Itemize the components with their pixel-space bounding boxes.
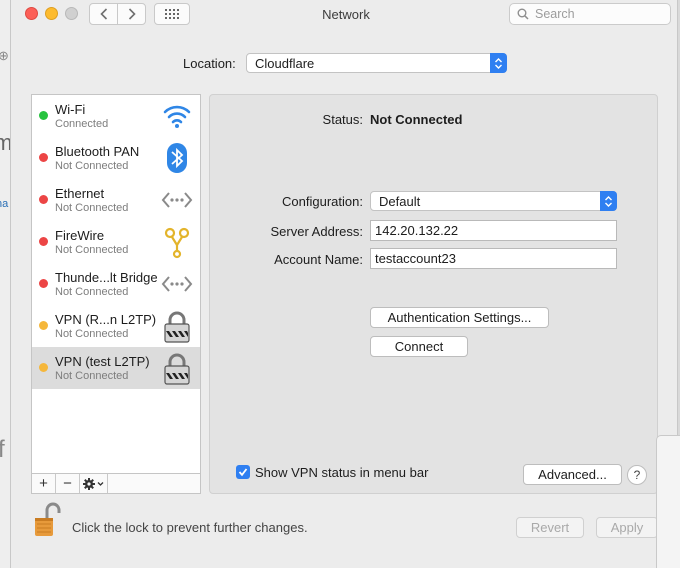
search-input[interactable]: Search	[509, 3, 671, 25]
lock-hint-text: Click the lock to prevent further change…	[72, 520, 308, 535]
search-icon	[517, 8, 529, 20]
service-status: Not Connected	[55, 244, 129, 256]
service-name: VPN (R...n L2TP)	[55, 312, 157, 327]
gear-menu-button[interactable]	[80, 474, 108, 493]
firewire-icon	[160, 225, 194, 259]
service-name: VPN (test L2TP)	[55, 354, 150, 369]
show-vpn-status-label: Show VPN status in menu bar	[255, 465, 429, 480]
grid-icon	[165, 9, 179, 19]
service-list-controls: + −	[32, 473, 200, 493]
status-dot	[39, 195, 48, 204]
service-status: Connected	[55, 118, 109, 130]
show-all-button[interactable]	[154, 3, 190, 25]
background-fragment: na	[0, 198, 9, 210]
status-label: Status:	[322, 112, 363, 127]
status-dot	[39, 321, 48, 330]
service-name: Thunde...lt Bridge	[55, 270, 158, 285]
overlapping-panel-edge	[656, 435, 680, 568]
updown-arrows-icon	[490, 53, 507, 73]
connect-button[interactable]: Connect	[370, 336, 468, 357]
chevron-left-icon	[99, 8, 107, 20]
remove-service-button[interactable]: −	[56, 474, 80, 493]
location-value: Cloudflare	[255, 55, 315, 71]
unlocked-lock-icon[interactable]	[33, 502, 63, 538]
status-dot	[39, 363, 48, 372]
server-address-field[interactable]: 142.20.132.22	[370, 220, 617, 241]
account-name-label: Account Name:	[274, 252, 363, 267]
apply-button[interactable]: Apply	[596, 517, 658, 538]
vpn-detail-pane: Status: Not Connected Configuration: Def…	[209, 94, 658, 494]
close-window-button[interactable]	[25, 7, 38, 20]
service-item[interactable]: VPN (test L2TP) Not Connected	[32, 347, 200, 389]
status-value: Not Connected	[370, 112, 463, 127]
configuration-select[interactable]: Default	[370, 191, 617, 211]
forward-button[interactable]	[117, 3, 146, 25]
service-list: Wi-Fi Connected Bluetooth PAN Not Connected…	[31, 94, 201, 494]
ethernet-icon	[160, 183, 194, 217]
status-dot	[39, 111, 48, 120]
add-service-button[interactable]: +	[32, 474, 56, 493]
service-item[interactable]: Ethernet Not Connected	[32, 179, 200, 221]
location-select[interactable]: Cloudflare	[246, 53, 507, 73]
minimize-window-button[interactable]	[45, 7, 58, 20]
service-name: Bluetooth PAN	[55, 144, 140, 159]
background-fragment: f	[0, 436, 5, 463]
vpn-lock-icon	[160, 309, 194, 343]
status-dot	[39, 237, 48, 246]
status-dot	[39, 153, 48, 162]
service-name: FireWire	[55, 228, 105, 243]
back-button[interactable]	[89, 3, 118, 25]
authentication-settings-button[interactable]: Authentication Settings...	[370, 307, 549, 328]
server-address-label: Server Address:	[270, 224, 364, 239]
location-label: Location:	[183, 56, 236, 71]
service-item[interactable]: Bluetooth PAN Not Connected	[32, 137, 200, 179]
advanced-button[interactable]: Advanced...	[523, 464, 622, 485]
service-item[interactable]: VPN (R...n L2TP) Not Connected	[32, 305, 200, 347]
show-vpn-status-checkbox[interactable]	[236, 465, 250, 479]
help-button[interactable]: ?	[627, 465, 647, 485]
service-name: Ethernet	[55, 186, 105, 201]
service-status: Not Connected	[55, 328, 129, 340]
status-dot	[39, 279, 48, 288]
network-preferences-window: Network Search Location: Cloudflare Wi-F…	[10, 0, 678, 568]
bluetooth-icon	[160, 141, 194, 175]
service-item[interactable]: FireWire Not Connected	[32, 221, 200, 263]
updown-arrows-icon	[600, 191, 617, 211]
chevron-right-icon	[128, 8, 136, 20]
zoom-window-button[interactable]	[65, 7, 78, 20]
service-name: Wi-Fi	[55, 102, 86, 117]
configuration-label: Configuration:	[282, 194, 363, 209]
background-globe-icon: ⊕	[0, 48, 9, 63]
search-placeholder: Search	[535, 7, 575, 21]
revert-button[interactable]: Revert	[516, 517, 584, 538]
title-bar: Network Search	[11, 0, 677, 38]
gear-icon	[82, 477, 103, 490]
service-status: Not Connected	[55, 370, 129, 382]
thunderbolt-bridge-icon	[160, 267, 194, 301]
service-status: Not Connected	[55, 202, 129, 214]
service-status: Not Connected	[55, 160, 129, 172]
wifi-icon	[160, 99, 194, 133]
service-item[interactable]: Thunde...lt Bridge Not Connected	[32, 263, 200, 305]
account-name-field[interactable]: testaccount23	[370, 248, 617, 269]
configuration-value: Default	[379, 193, 421, 209]
checkmark-icon	[238, 468, 248, 477]
vpn-lock-icon	[160, 351, 194, 385]
window-title: Network	[322, 7, 370, 22]
service-item[interactable]: Wi-Fi Connected	[32, 95, 200, 137]
service-status: Not Connected	[55, 286, 129, 298]
